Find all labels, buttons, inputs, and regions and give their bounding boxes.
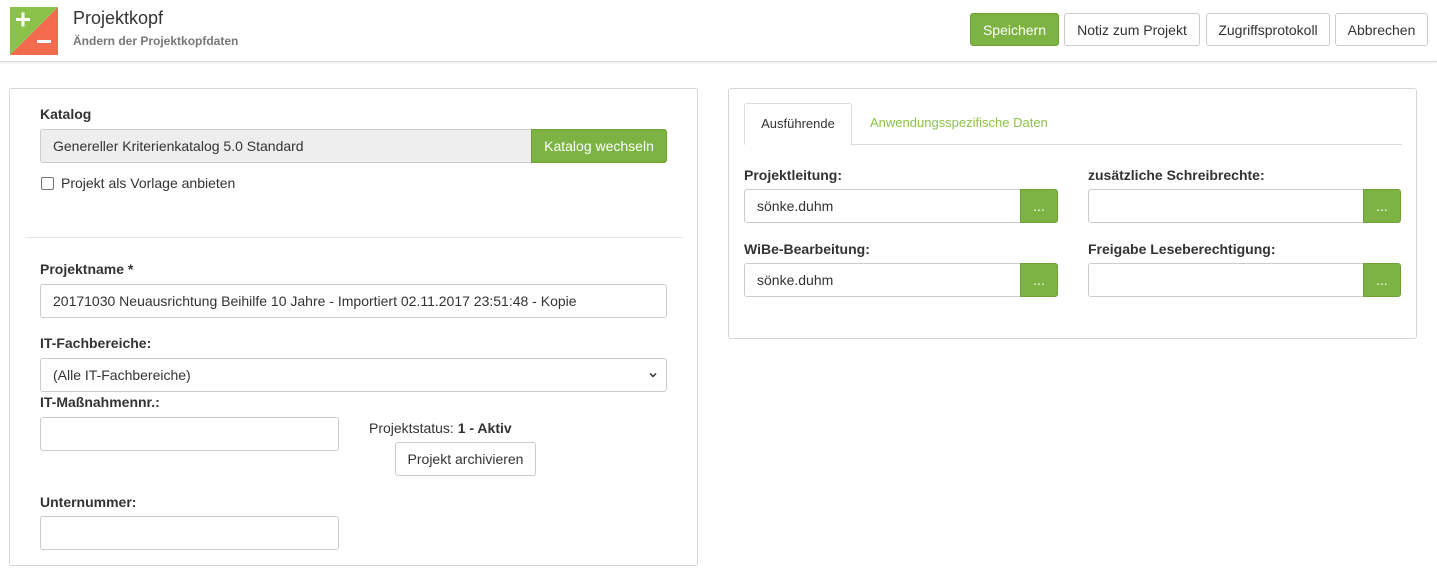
project-name-label: Projektname * (40, 261, 134, 277)
chevron-down-icon (649, 372, 657, 378)
write-rights-picker-button[interactable]: ... (1363, 189, 1401, 223)
sub-no-input[interactable] (40, 516, 339, 550)
save-button[interactable]: Speichern (970, 13, 1059, 46)
read-rights-picker-button[interactable]: ... (1363, 263, 1401, 297)
read-rights-label: Freigabe Leseberechtigung: (1088, 241, 1276, 257)
page-subtitle: Ändern der Projektkopfdaten (73, 34, 239, 48)
project-note-button[interactable]: Notiz zum Projekt (1064, 13, 1200, 46)
app-logo (10, 7, 58, 55)
it-departments-select[interactable]: (Alle IT-Fachbereiche) (40, 358, 667, 392)
tab-executors[interactable]: Ausführende (744, 103, 852, 145)
project-name-input[interactable]: 20171030 Neuausrichtung Beihilfe 10 Jahr… (40, 284, 667, 318)
it-departments-label: IT-Fachbereiche: (40, 335, 152, 351)
catalog-field: Genereller Kriterienkatalog 5.0 Standard (40, 129, 532, 163)
sub-no-label: Unternummer: (40, 494, 137, 510)
page-title: Projektkopf (73, 8, 164, 28)
it-departments-selected: (Alle IT-Fachbereiche) (53, 367, 191, 383)
section-divider (25, 237, 683, 238)
executors-panel: Ausführende Anwendungsspezifische Daten … (728, 88, 1417, 339)
project-lead-input[interactable]: sönke.duhm (744, 189, 1021, 223)
tab-border (851, 144, 1402, 145)
read-rights-input[interactable] (1088, 263, 1364, 297)
change-catalog-button[interactable]: Katalog wechseln (531, 129, 667, 163)
wibe-input[interactable]: sönke.duhm (744, 263, 1021, 297)
wibe-label: WiBe-Bearbeitung: (744, 241, 870, 257)
cancel-button[interactable]: Abbrechen (1335, 13, 1428, 46)
access-log-button[interactable]: Zugriffsprotokoll (1206, 13, 1330, 46)
write-rights-input[interactable] (1088, 189, 1364, 223)
project-status-value: 1 - Aktiv (457, 420, 512, 436)
tab-application-data[interactable]: Anwendungsspezifische Daten (870, 103, 1048, 143)
wibe-picker-button[interactable]: ... (1020, 263, 1058, 297)
project-lead-label: Projektleitung: (744, 167, 843, 183)
template-checkbox-label: Projekt als Vorlage anbieten (61, 175, 236, 191)
write-rights-label: zusätzliche Schreibrechte: (1088, 167, 1265, 183)
catalog-label: Katalog (40, 106, 92, 122)
project-status-label: Projektstatus: (369, 420, 454, 436)
project-status: Projektstatus: 1 - Aktiv (369, 420, 512, 436)
template-checkbox[interactable] (41, 177, 54, 190)
project-details-panel: Katalog Genereller Kriterienkatalog 5.0 … (9, 88, 698, 566)
measure-no-label: IT-Maßnahmennr.: (40, 394, 160, 410)
measure-no-input[interactable] (40, 417, 339, 451)
project-lead-picker-button[interactable]: ... (1020, 189, 1058, 223)
archive-project-button[interactable]: Projekt archivieren (395, 442, 536, 476)
page-header: Projektkopf Ändern der Projektkopfdaten … (0, 0, 1437, 62)
